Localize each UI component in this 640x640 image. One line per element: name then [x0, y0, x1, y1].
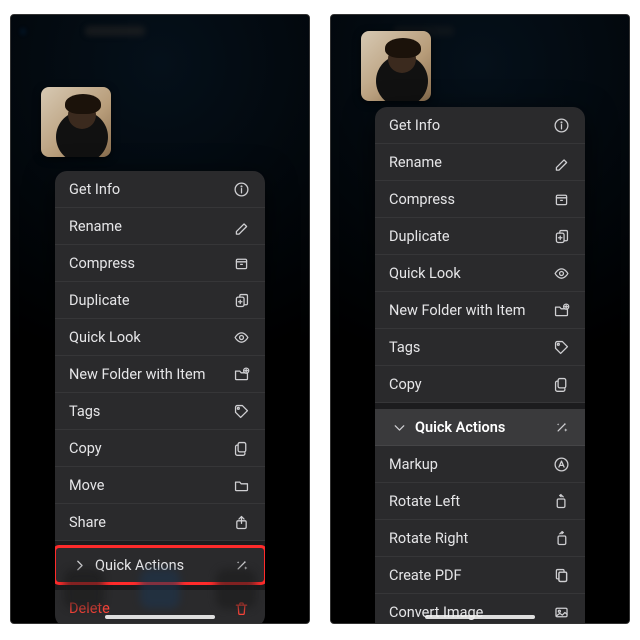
copy-item[interactable]: Copy [375, 366, 585, 403]
right-screenshot: Get Info Rename Compress Duplicate Quick Loo… [330, 14, 630, 624]
menu-item-label: Copy [69, 440, 231, 457]
menu-item-label: Quick Look [389, 265, 551, 282]
back-link-blur: ‹ [21, 24, 35, 39]
eye-icon [551, 263, 571, 283]
new-folder-with-item-item[interactable]: New Folder with Item [375, 292, 585, 329]
archive-icon [551, 189, 571, 209]
menu-item-label: Create PDF [389, 567, 551, 584]
create-pdf-item[interactable]: Create PDF [375, 557, 585, 594]
home-indicator [105, 615, 215, 619]
menu-item-label: Markup [389, 456, 551, 473]
duplicate-item[interactable]: Duplicate [55, 282, 265, 319]
menu-item-label: Move [69, 477, 231, 494]
menu-item-label: Get Info [69, 181, 231, 198]
folder-icon [231, 475, 251, 495]
duplicate-icon [551, 226, 571, 246]
menu-item-label: New Folder with Item [69, 366, 231, 383]
tags-item[interactable]: Tags [375, 329, 585, 366]
menu-item-label: Compress [389, 191, 551, 208]
selected-file-thumbnail[interactable] [361, 31, 431, 101]
menu-item-label: New Folder with Item [389, 302, 551, 319]
new-folder-icon [231, 364, 251, 384]
wand-icon [551, 417, 571, 437]
menu-item-label: Duplicate [389, 228, 551, 245]
copy-icon [231, 438, 251, 458]
rotate-right-icon [551, 528, 571, 548]
menu-item-label: Get Info [389, 117, 551, 134]
quick-look-item[interactable]: Quick Look [55, 319, 265, 356]
markup-item[interactable]: Markup [375, 446, 585, 483]
dock-blurred [11, 569, 309, 609]
menu-item-label: Tags [389, 339, 551, 356]
pencil-icon [551, 152, 571, 172]
chevron-down-icon [389, 417, 409, 437]
duplicate-icon [231, 290, 251, 310]
eye-icon [231, 327, 251, 347]
compress-item[interactable]: Compress [55, 245, 265, 282]
context-menu-expanded: Get Info Rename Compress Duplicate Quick Loo… [375, 107, 585, 624]
left-screenshot: ‹ Get Info Rename Compress Duplicate Quick L… [10, 14, 310, 624]
menu-item-label: Rotate Left [389, 493, 551, 510]
markup-icon [551, 454, 571, 474]
menu-item-label: Share [69, 514, 231, 531]
selected-file-thumbnail[interactable] [41, 87, 111, 157]
move-item[interactable]: Move [55, 467, 265, 504]
rotate-right-item[interactable]: Rotate Right [375, 520, 585, 557]
menu-item-label: Rename [389, 154, 551, 171]
phone-background: ‹ Get Info Rename Compress Duplicate Quick L… [11, 15, 309, 623]
files-top-bar-blurred: ‹ [11, 15, 309, 47]
share-item[interactable]: Share [55, 504, 265, 541]
rotate-left-item[interactable]: Rotate Left [375, 483, 585, 520]
menu-item-label: Tags [69, 403, 231, 420]
duplicate-item[interactable]: Duplicate [375, 218, 585, 255]
convert-image-icon [551, 602, 571, 622]
menu-item-label: Copy [389, 376, 551, 393]
tag-icon [551, 337, 571, 357]
rotate-left-icon [551, 491, 571, 511]
new-folder-icon [551, 300, 571, 320]
tags-item[interactable]: Tags [55, 393, 265, 430]
copy-icon [551, 374, 571, 394]
menu-item-label: Quick Look [69, 329, 231, 346]
copy-item[interactable]: Copy [55, 430, 265, 467]
compress-item[interactable]: Compress [375, 181, 585, 218]
menu-item-label: Quick Actions [389, 417, 551, 437]
archive-icon [231, 253, 251, 273]
quick-actions-item[interactable]: Quick Actions [375, 409, 585, 446]
tag-icon [231, 401, 251, 421]
pdf-icon [551, 565, 571, 585]
convert-image-item[interactable]: Convert Image [375, 594, 585, 624]
info-icon [231, 179, 251, 199]
rename-item[interactable]: Rename [55, 208, 265, 245]
get-info-item[interactable]: Get Info [55, 171, 265, 208]
phone-background: Get Info Rename Compress Duplicate Quick Loo… [331, 15, 629, 623]
new-folder-with-item-item[interactable]: New Folder with Item [55, 356, 265, 393]
share-icon [231, 512, 251, 532]
quick-look-item[interactable]: Quick Look [375, 255, 585, 292]
menu-item-label: Duplicate [69, 292, 231, 309]
menu-item-label: Compress [69, 255, 231, 272]
rename-item[interactable]: Rename [375, 144, 585, 181]
pencil-icon [231, 216, 251, 236]
menu-item-label: Rotate Right [389, 530, 551, 547]
context-menu: Get Info Rename Compress Duplicate Quick Loo… [55, 171, 265, 624]
info-icon [551, 115, 571, 135]
get-info-item[interactable]: Get Info [375, 107, 585, 144]
home-indicator [425, 615, 535, 619]
menu-item-label: Rename [69, 218, 231, 235]
